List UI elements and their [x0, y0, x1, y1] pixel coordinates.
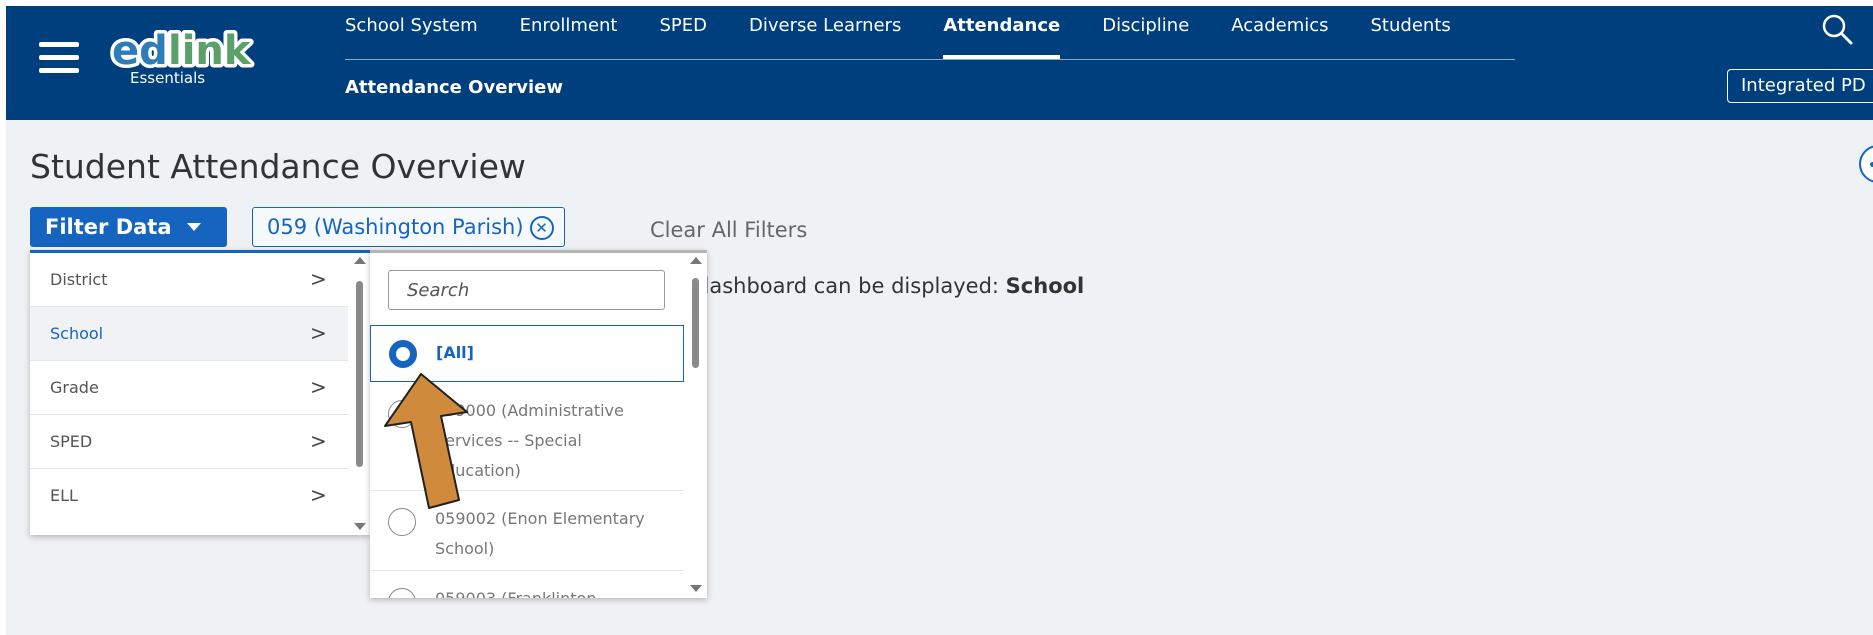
- radio-unselected[interactable]: [388, 400, 416, 428]
- nav-enrollment[interactable]: Enrollment: [499, 6, 639, 60]
- nav-discipline[interactable]: Discipline: [1081, 6, 1210, 60]
- scroll-up-icon[interactable]: [690, 257, 702, 264]
- option-label: 059003 (Franklinton: [435, 584, 665, 598]
- remove-filter-icon[interactable]: ✕: [529, 216, 554, 240]
- clear-all-filters-link[interactable]: Clear All Filters: [650, 218, 807, 242]
- nav-academics[interactable]: Academics: [1210, 6, 1349, 60]
- hamburger-menu-icon[interactable]: [39, 42, 79, 76]
- dashboard-message: dashboard can be displayed: School: [696, 274, 1084, 298]
- scroll-down-icon[interactable]: [690, 585, 702, 592]
- nav-sped[interactable]: SPED: [638, 6, 728, 60]
- nav-school-system[interactable]: School System: [345, 6, 499, 60]
- scrollbar-thumb[interactable]: [692, 278, 699, 368]
- category-label: District: [50, 270, 108, 289]
- logo-subtitle: Essentials: [130, 69, 206, 87]
- scroll-down-icon[interactable]: [354, 523, 366, 530]
- option-059003[interactable]: 059003 (Franklinton: [370, 572, 684, 598]
- nav-students[interactable]: Students: [1350, 6, 1472, 60]
- filter-data-button[interactable]: Filter Data: [30, 207, 227, 247]
- integrated-pd-button[interactable]: Integrated PD: [1727, 69, 1873, 103]
- option-059002[interactable]: 059002 (Enon Elementary School): [370, 492, 684, 571]
- option-label: 059002 (Enon Elementary School): [435, 509, 645, 558]
- dashboard-message-text: dashboard can be displayed:: [696, 274, 1006, 298]
- chevron-right-icon: >: [310, 321, 327, 345]
- chevron-right-icon: >: [310, 267, 327, 291]
- chevron-right-icon: >: [310, 483, 327, 507]
- app-window: edlink edlink ed link Essentials School …: [6, 6, 1873, 635]
- option-label: [All]: [436, 343, 474, 362]
- options-scrollbar[interactable]: [686, 253, 704, 598]
- radio-unselected[interactable]: [388, 508, 416, 536]
- category-label: Grade: [50, 378, 99, 397]
- filter-category-panel: District > School > Grade > SPED > ELL >: [30, 250, 370, 535]
- category-sped[interactable]: SPED >: [30, 415, 348, 469]
- radio-unselected[interactable]: [388, 588, 416, 598]
- chevron-right-icon: >: [310, 375, 327, 399]
- svg-text:ed: ed: [112, 28, 168, 74]
- chevron-right-icon: >: [310, 429, 327, 453]
- active-filter-label: 059 (Washington Parish): [267, 215, 524, 239]
- filter-data-label: Filter Data: [45, 215, 172, 239]
- subnav-attendance-overview[interactable]: Attendance Overview: [345, 77, 563, 98]
- nav-attendance[interactable]: Attendance: [922, 6, 1081, 60]
- scroll-up-icon[interactable]: [354, 257, 366, 264]
- school-options-panel: [All] 059000 (Administrative Services --…: [370, 250, 707, 598]
- nav-divider: [345, 59, 1515, 60]
- svg-text:link: link: [168, 28, 252, 74]
- dashboard-message-level: School: [1005, 274, 1085, 298]
- page-title: Student Attendance Overview: [30, 147, 526, 186]
- category-label: SPED: [50, 432, 93, 451]
- main-nav: School System Enrollment SPED Diverse Le…: [345, 6, 1472, 60]
- options-search-input[interactable]: [388, 270, 665, 310]
- category-scrollbar[interactable]: [350, 253, 368, 535]
- caret-down-icon: [187, 223, 201, 231]
- search-icon[interactable]: [1820, 12, 1854, 46]
- radio-selected[interactable]: [389, 340, 417, 368]
- category-label: School: [50, 324, 104, 343]
- top-header: edlink edlink ed link Essentials School …: [6, 6, 1873, 120]
- category-grade[interactable]: Grade >: [30, 361, 348, 415]
- category-school[interactable]: School >: [30, 307, 348, 361]
- option-label: 059000 (Administrative Services -- Speci…: [435, 401, 624, 480]
- category-ell[interactable]: ELL >: [30, 469, 348, 523]
- option-059000[interactable]: 059000 (Administrative Services -- Speci…: [370, 384, 684, 491]
- active-filter-chip: 059 (Washington Parish) ✕: [252, 207, 565, 247]
- option-all[interactable]: [All]: [370, 325, 684, 382]
- nav-diverse-learners[interactable]: Diverse Learners: [728, 6, 922, 60]
- category-label: ELL: [50, 486, 78, 505]
- info-circle-icon[interactable]: [1859, 145, 1873, 183]
- category-district[interactable]: District >: [30, 253, 348, 307]
- scrollbar-thumb[interactable]: [356, 281, 363, 467]
